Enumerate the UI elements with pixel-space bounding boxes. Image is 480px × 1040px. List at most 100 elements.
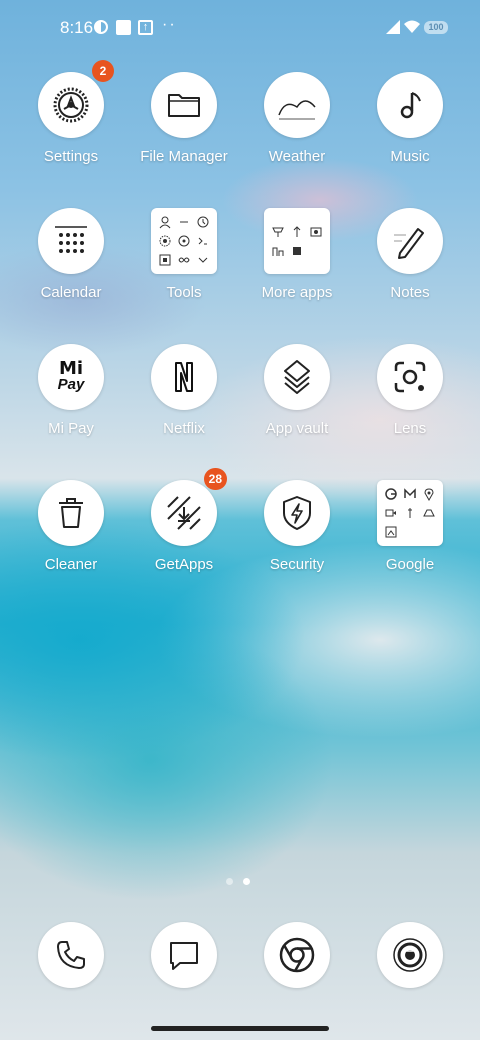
app-settings[interactable]: 2 Settings — [16, 60, 126, 165]
folder-google[interactable]: Google — [355, 480, 465, 573]
app-getapps[interactable]: 28 GetApps — [129, 468, 239, 573]
folder-label: Google — [385, 556, 435, 573]
camera-icon — [393, 938, 427, 972]
app-mini-icon-1 — [272, 227, 284, 237]
mi-pay-icon-bottom: Pay — [57, 376, 85, 393]
app-label: Security — [269, 556, 325, 573]
app-mini-icon-4 — [272, 247, 284, 256]
file-manager-app-icon[interactable] — [151, 72, 217, 138]
pencil-icon — [394, 228, 424, 259]
folder-tools[interactable]: Tools — [129, 208, 239, 301]
shield-bolt-icon — [283, 496, 311, 530]
more-apps-folder-icon[interactable] — [264, 208, 330, 274]
app-netflix[interactable]: Netflix — [129, 344, 239, 437]
contacts-mini-icon — [159, 216, 171, 229]
mi-pay-app-icon[interactable]: Mi Pay — [38, 344, 104, 410]
notification-square-icon — [116, 20, 131, 35]
more-dots-icon: ·· — [162, 16, 177, 33]
battery-icon: 100 — [424, 21, 448, 34]
dock-camera[interactable] — [377, 922, 443, 988]
app-mi-pay[interactable]: Mi Pay Mi Pay — [16, 344, 126, 437]
app-notes[interactable]: Notes — [355, 208, 465, 301]
camera-app-icon[interactable] — [377, 922, 443, 988]
status-time: 8:16 — [60, 18, 94, 37]
chrome-app-icon[interactable] — [264, 922, 330, 988]
youtube-music-mini-icon — [408, 508, 412, 518]
getapps-icon — [167, 496, 201, 530]
wifi-icon — [404, 20, 420, 33]
app-label: File Manager — [140, 148, 228, 165]
notification-badge: 28 — [203, 468, 227, 490]
app-label: Cleaner — [44, 556, 98, 573]
chevron-down-mini-icon — [198, 257, 208, 263]
photos-mini-icon — [385, 526, 397, 538]
compass-mini-icon — [178, 235, 190, 247]
folder-more-apps[interactable]: More apps — [242, 208, 352, 301]
app-label: Settings — [43, 148, 99, 165]
notification-badge: 2 — [92, 60, 114, 82]
app-label: App vault — [265, 420, 329, 437]
app-label: Netflix — [163, 420, 205, 437]
netflix-app-icon[interactable] — [151, 344, 217, 410]
folder-label: More apps — [261, 284, 333, 301]
notification-halfcircle-icon — [94, 20, 108, 34]
app-weather[interactable]: Weather — [242, 72, 352, 165]
upload-icon: ↑ — [138, 20, 153, 35]
app-mini-icon-5 — [293, 246, 301, 255]
app-app-vault[interactable]: App vault — [242, 344, 352, 437]
music-note-icon — [400, 92, 421, 119]
app-label: Mi Pay — [48, 420, 94, 437]
app-music[interactable]: Music — [355, 72, 465, 165]
dock-chrome[interactable] — [264, 922, 330, 988]
folder-label: Tools — [166, 284, 202, 301]
mi-pay-icon-top: Mi — [58, 358, 84, 379]
notes-app-icon[interactable] — [377, 208, 443, 274]
app-lens[interactable]: Lens — [355, 344, 465, 437]
infinity-mini-icon — [178, 257, 190, 263]
drive-mini-icon — [423, 509, 435, 517]
page-dot-1[interactable] — [226, 878, 233, 885]
home-gesture-bar[interactable] — [151, 1026, 329, 1031]
messages-app-icon[interactable] — [151, 922, 217, 988]
gear-icon — [53, 87, 89, 123]
weather-app-icon[interactable] — [264, 72, 330, 138]
app-label: Weather — [268, 148, 326, 165]
app-label: Notes — [390, 284, 430, 301]
music-app-icon[interactable] — [377, 72, 443, 138]
gmail-mini-icon — [404, 488, 416, 498]
phone-icon — [57, 941, 85, 969]
folder-icon — [168, 94, 200, 117]
cleaner-app-icon[interactable] — [38, 480, 104, 546]
app-calendar[interactable]: Calendar — [16, 208, 126, 301]
cloud-icon — [278, 100, 316, 120]
app-label: Music — [390, 148, 430, 165]
calendar-app-icon[interactable] — [38, 208, 104, 274]
lens-icon — [394, 361, 426, 393]
google-folder-icon[interactable] — [377, 480, 443, 546]
maps-mini-icon — [424, 488, 434, 502]
tools-folder-icon[interactable] — [151, 208, 217, 274]
security-app-icon[interactable] — [264, 480, 330, 546]
phone-app-icon[interactable] — [38, 922, 104, 988]
app-vault-app-icon[interactable] — [264, 344, 330, 410]
app-security[interactable]: Security — [242, 480, 352, 573]
calendar-icon — [55, 226, 87, 253]
dock-phone[interactable] — [38, 922, 104, 988]
trash-icon — [59, 498, 83, 528]
app-file-manager[interactable]: File Manager — [129, 72, 239, 165]
dock-messages[interactable] — [151, 922, 217, 988]
page-dot-2-active[interactable] — [243, 878, 250, 885]
gear-mini-icon — [159, 235, 171, 247]
google-mini-icon — [385, 488, 397, 500]
lens-app-icon[interactable] — [377, 344, 443, 410]
meet-mini-icon — [385, 509, 396, 517]
app-mini-icon-2 — [293, 225, 301, 237]
app-cleaner[interactable]: Cleaner — [16, 480, 126, 573]
clock-mini-icon — [197, 216, 209, 228]
getapps-app-icon[interactable]: 28 — [151, 468, 227, 546]
mi-pay-icon: Mi Pay — [57, 358, 85, 393]
chrome-icon — [279, 937, 315, 973]
messages-icon — [170, 942, 198, 970]
app-label: GetApps — [154, 556, 214, 573]
settings-app-icon[interactable]: 2 — [38, 60, 114, 138]
